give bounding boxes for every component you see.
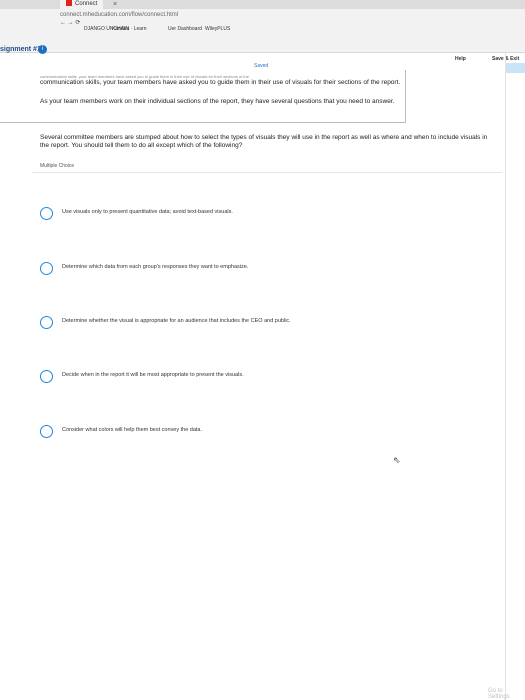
divider [32, 172, 502, 173]
option-1-label[interactable]: Use visuals only to present quantitative… [62, 209, 233, 215]
question-stem: Several committee members are stumped ab… [40, 134, 488, 149]
option-3-radio[interactable] [40, 316, 53, 329]
option-2-radio[interactable] [40, 262, 53, 275]
saved-status: Saved [254, 63, 269, 69]
option-1-radio[interactable] [40, 207, 53, 220]
info-icon[interactable]: i [38, 45, 47, 54]
activation-watermark: Go to Settings [488, 688, 510, 700]
bookmark-4[interactable]: WileyPLUS [205, 26, 230, 32]
help-link[interactable]: Help [455, 56, 466, 62]
address-bar[interactable]: connect.mheducation.com/flow/connect.htm… [60, 12, 178, 18]
mouse-cursor-icon: ⇖ [393, 455, 401, 465]
option-5-radio[interactable] [40, 425, 53, 438]
browser-tab[interactable]: Connect [60, 0, 104, 9]
scenario-paragraph-1: communication skills, your team members … [40, 79, 401, 86]
option-3-label[interactable]: Determine whether the visual is appropri… [62, 318, 291, 324]
option-5-label[interactable]: Consider what colors will help them best… [62, 427, 202, 433]
question-type-label: Multiple Choice [40, 163, 75, 169]
nav-buttons[interactable]: ← → ⟳ [60, 19, 80, 26]
submit-strip[interactable] [505, 63, 525, 73]
bookmark-3[interactable]: Uer Dashboard [168, 26, 202, 32]
assignment-title: signment #1 [0, 46, 41, 53]
scroll-divider [505, 52, 506, 700]
tab-title: Connect [75, 1, 98, 7]
scenario-paragraph-2: As your team members work on their indiv… [40, 98, 395, 105]
close-tab-icon[interactable]: × [113, 0, 117, 9]
option-4-radio[interactable] [40, 370, 53, 383]
option-4-label[interactable]: Decide when in the report it will be mos… [62, 372, 244, 378]
bookmark-2[interactable]: Kandan · Learn [112, 26, 146, 32]
option-2-label[interactable]: Determine which data from each group's r… [62, 264, 248, 270]
connect-logo-icon [66, 0, 72, 7]
